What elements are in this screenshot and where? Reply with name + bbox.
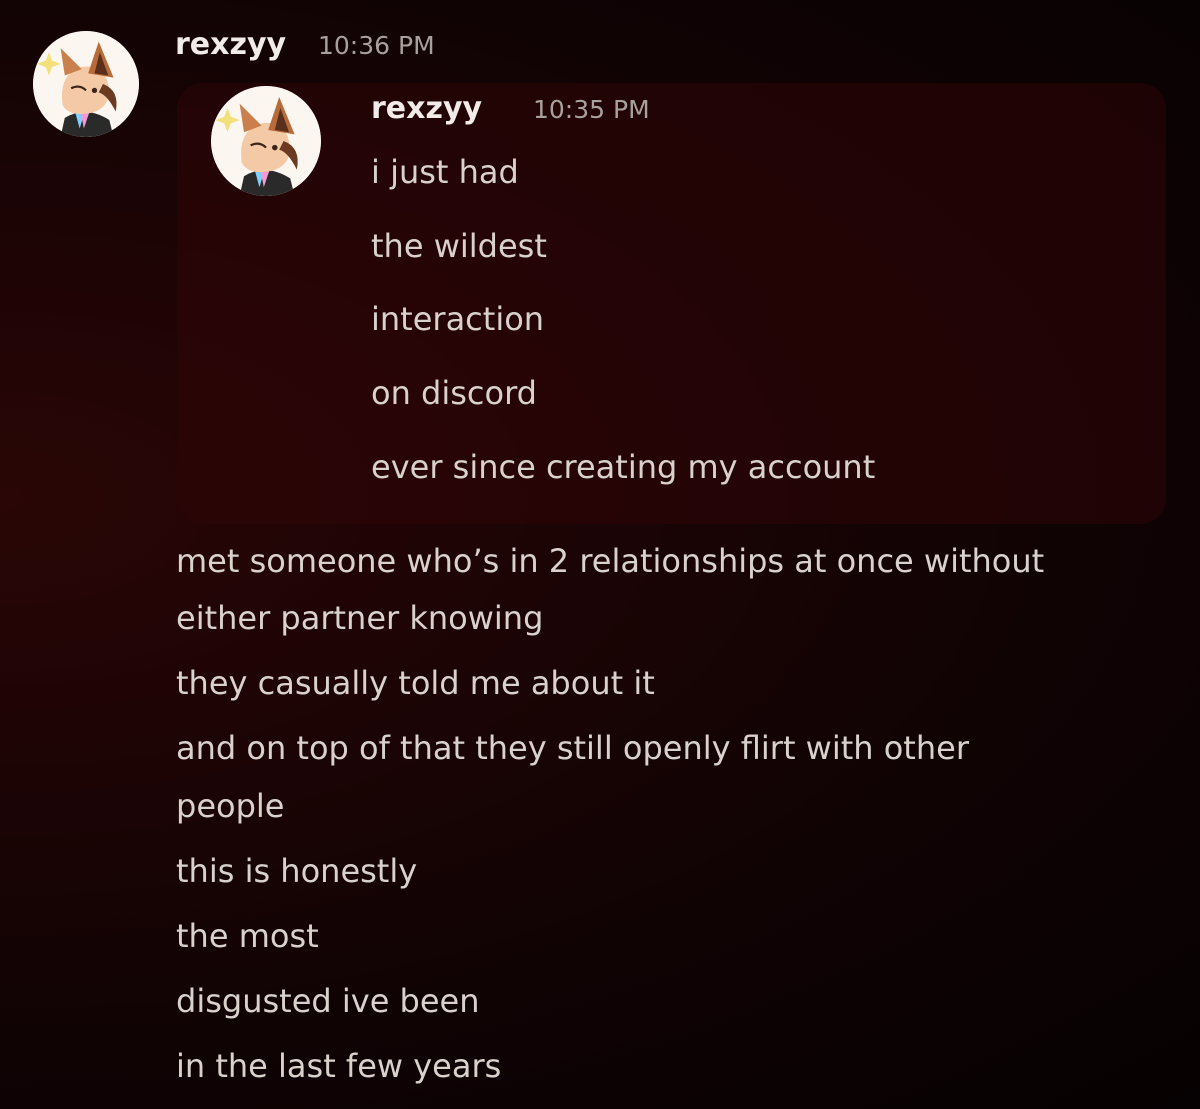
quoted-message-line: ever since creating my account [371,448,876,486]
message-line: the most [176,917,319,955]
quoted-message-line: i just had [371,153,519,191]
message-line: disgusted ive been [176,982,480,1020]
quoted-author-username: rexzyy [371,91,483,126]
message-timestamp: 10:36 PM [318,31,435,60]
quoted-message-line: interaction [371,300,545,338]
fox-avatar-icon [211,86,321,196]
quoted-message-timestamp: 10:35 PM [533,95,650,124]
message-line: this is honestly [176,852,418,890]
message-line: they casually told me about it [176,664,655,702]
message-line: people [176,787,285,825]
message-line: either partner knowing [176,599,544,637]
fox-avatar-icon[interactable] [33,31,139,137]
quoted-message-line: the wildest [371,227,547,265]
message-line: and on top of that they still openly fli… [176,729,969,767]
message-line: met someone who’s in 2 relationships at … [176,542,1045,580]
quoted-message-line: on discord [371,374,537,412]
author-username[interactable]: rexzyy [175,27,286,63]
chat-message: rexzyy 10:36 PM rexzyy 10:35 PM i just h… [0,0,1200,1109]
message-line: in the last few years [176,1047,502,1085]
